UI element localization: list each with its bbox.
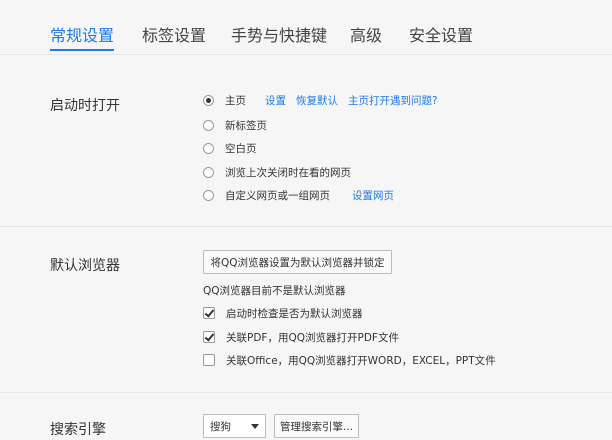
startup-option-blank[interactable]: 空白页 [203,139,257,157]
startup-option-home[interactable]: 主页 设置 恢复默认 主页打开遇到问题? [203,91,438,109]
checkbox-label: 启动时检查是否为默认浏览器 [226,307,363,320]
tab-gestures-shortcuts[interactable]: 手势与快捷键 [231,22,327,46]
section-divider [0,392,612,393]
restore-default-link[interactable]: 恢复默认 [296,93,338,108]
home-settings-link[interactable]: 设置 [265,93,286,108]
startup-option-label: 空白页 [225,142,257,155]
startup-section-label: 启动时打开 [50,98,120,114]
radio-last-session[interactable] [203,166,214,178]
startup-option-custom[interactable]: 自定义网页或一组网页 设置网页 [203,186,394,204]
tab-advanced[interactable]: 高级 [350,22,382,46]
startup-option-label: 自定义网页或一组网页 [225,189,330,202]
check-row-startup-default[interactable]: 启动时检查是否为默认浏览器 [203,304,363,322]
section-divider [0,226,612,227]
tab-bar-divider [0,54,612,55]
tab-security[interactable]: 安全设置 [409,22,473,46]
tab-tabs[interactable]: 标签设置 [142,22,206,46]
checkbox-startup-default[interactable] [203,307,215,319]
checkbox-office[interactable] [203,354,215,366]
default-browser-section-label: 默认浏览器 [50,258,120,274]
radio-new-tab[interactable] [203,119,214,131]
checkbox-pdf[interactable] [203,331,215,343]
radio-custom[interactable] [203,189,214,201]
checkbox-label: 关联PDF，用QQ浏览器打开PDF文件 [226,331,399,344]
search-section-label: 搜索引擎 [50,422,106,438]
search-engine-selected: 搜狗 [210,420,231,433]
search-engine-select[interactable]: 搜狗 [203,414,266,438]
checkbox-label: 关联Office，用QQ浏览器打开WORD，EXCEL，PPT文件 [226,354,496,367]
startup-option-label: 浏览上次关闭时在看的网页 [225,166,351,179]
custom-pages-link[interactable]: 设置网页 [352,188,394,203]
settings-tab-bar: 常规设置 标签设置 手势与快捷键 高级 安全设置 [0,0,612,56]
default-browser-status: QQ浏览器目前不是默认浏览器 [203,285,346,297]
startup-option-new-tab[interactable]: 新标签页 [203,116,267,134]
startup-option-label: 主页 [225,94,246,107]
startup-option-last-session[interactable]: 浏览上次关闭时在看的网页 [203,163,351,181]
set-default-browser-button[interactable]: 将QQ浏览器设置为默认浏览器并锁定 [203,250,392,274]
check-row-pdf[interactable]: 关联PDF，用QQ浏览器打开PDF文件 [203,328,399,346]
check-row-office[interactable]: 关联Office，用QQ浏览器打开WORD，EXCEL，PPT文件 [203,351,496,369]
startup-option-label: 新标签页 [225,119,267,132]
radio-blank[interactable] [203,142,214,154]
manage-search-engines-button[interactable]: 管理搜索引擎... [274,414,359,438]
active-tab-indicator [50,49,114,51]
home-problem-link[interactable]: 主页打开遇到问题? [348,93,438,108]
chevron-down-icon [251,424,259,429]
radio-home[interactable] [203,94,214,106]
tab-general[interactable]: 常规设置 [50,22,114,46]
